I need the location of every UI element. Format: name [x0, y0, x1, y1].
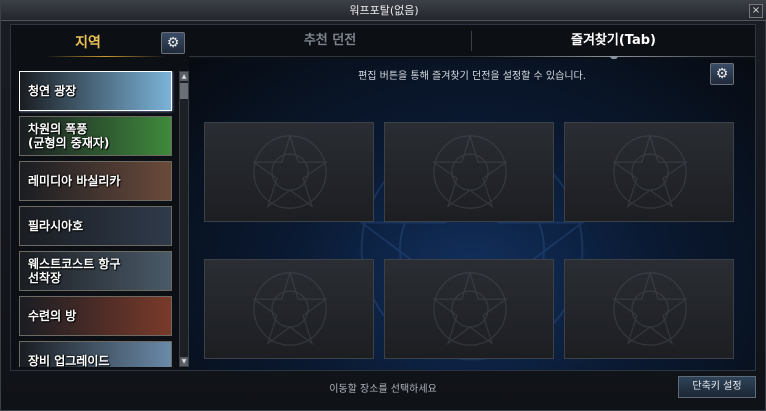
- favorite-slot[interactable]: [384, 259, 554, 359]
- gear-icon: ⚙: [166, 35, 180, 51]
- zone-label: 웨스트코스트 항구 선착장: [28, 257, 121, 285]
- zone-item[interactable]: 레미디아 바실리카: [19, 161, 172, 201]
- titlebar: 워프포탈(없음) ×: [1, 1, 766, 21]
- favorite-slot[interactable]: [204, 259, 374, 359]
- slot-emblem-icon: [612, 133, 688, 209]
- shortcut-settings-button[interactable]: 단축키 설정: [678, 376, 756, 398]
- close-button[interactable]: ×: [749, 4, 763, 18]
- zone-list: 청연 광장차원의 폭풍 (균형의 중재자) 레미디아 바실리카필라시아호웨스트코스…: [19, 71, 175, 367]
- region-title: 지역: [75, 35, 101, 51]
- zone-label: 차원의 폭풍 (균형의 중재자): [28, 122, 110, 150]
- gear-icon: ⚙: [715, 66, 729, 82]
- region-panel: 지역 ⚙ 청연 광장차원의 폭풍 (균형의 중재자) 레미디아 바실리카필라시아호…: [15, 29, 191, 367]
- status-text: 이동할 장소를 선택하세요: [329, 384, 437, 395]
- favorite-slot[interactable]: [204, 122, 374, 222]
- zone-label: 레미디아 바실리카: [28, 174, 121, 188]
- zone-item[interactable]: 청연 광장: [19, 71, 172, 111]
- zone-item[interactable]: 필라시아호: [19, 206, 172, 246]
- tab-recommended-dungeons[interactable]: 추천 던전: [189, 27, 471, 55]
- zone-item[interactable]: 웨스트코스트 항구 선착장: [19, 251, 172, 291]
- zone-label: 수련의 방: [28, 309, 77, 323]
- zone-item[interactable]: 차원의 폭풍 (균형의 중재자): [19, 116, 172, 156]
- slot-emblem-icon: [432, 133, 508, 209]
- zone-label: 청연 광장: [28, 84, 77, 98]
- dungeon-panel: 추천 던전 즐겨찾기(Tab) 편집 버튼을 통해 즐겨찾기 던전을 설정할 수…: [189, 25, 755, 370]
- zone-label: 장비 업그레이드: [28, 354, 110, 367]
- portal-frame: 지역 ⚙ 청연 광장차원의 폭풍 (균형의 중재자) 레미디아 바실리카필라시아호…: [10, 24, 756, 371]
- scroll-up-icon[interactable]: ▲: [180, 72, 188, 81]
- zone-label: 필라시아호: [28, 219, 84, 233]
- window-title: 워프포탈(없음): [349, 4, 419, 17]
- scroll-thumb[interactable]: [180, 83, 188, 99]
- zone-item[interactable]: 장비 업그레이드: [19, 341, 172, 367]
- bottom-bar: 이동할 장소를 선택하세요 단축키 설정: [10, 372, 756, 402]
- favorites-info-text: 편집 버튼을 통해 즐겨찾기 던전을 설정할 수 있습니다.: [358, 71, 586, 82]
- region-header: 지역 ⚙: [15, 29, 191, 57]
- tab-favorites[interactable]: 즐겨찾기(Tab): [472, 27, 755, 55]
- slot-emblem-icon: [612, 270, 688, 346]
- slot-emblem-icon: [252, 133, 328, 209]
- zone-scrollbar[interactable]: ▲ ▼: [179, 71, 189, 367]
- close-icon: ×: [751, 5, 761, 16]
- favorite-slot[interactable]: [384, 122, 554, 222]
- favorite-slot[interactable]: [564, 259, 734, 359]
- favorite-slot[interactable]: [564, 122, 734, 222]
- slot-emblem-icon: [432, 270, 508, 346]
- edit-favorites-button[interactable]: ⚙: [710, 63, 734, 85]
- tab-bar: 추천 던전 즐겨찾기(Tab): [189, 27, 755, 61]
- region-settings-button[interactable]: ⚙: [161, 32, 185, 54]
- zone-item[interactable]: 수련의 방: [19, 296, 172, 336]
- favorites-content: 편집 버튼을 통해 즐겨찾기 던전을 설정할 수 있습니다. ⚙: [189, 59, 755, 370]
- scroll-down-icon[interactable]: ▼: [180, 357, 188, 366]
- region-title-underline: [45, 56, 165, 57]
- slot-emblem-icon: [252, 270, 328, 346]
